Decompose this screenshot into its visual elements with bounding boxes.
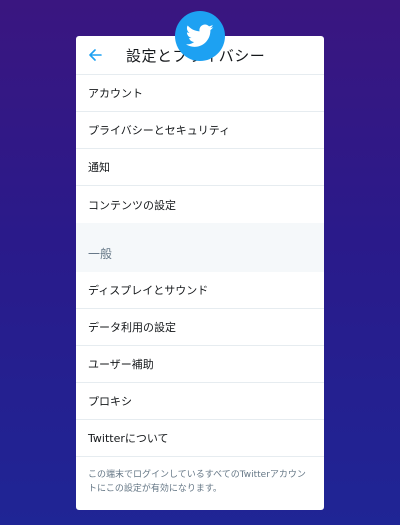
settings-item-accessibility[interactable]: ユーザー補助 (76, 346, 324, 383)
settings-item-display-sound[interactable]: ディスプレイとサウンド (76, 272, 324, 309)
back-button[interactable] (88, 48, 102, 62)
settings-item-privacy-security[interactable]: プライバシーとセキュリティ (76, 112, 324, 149)
section-divider (76, 223, 324, 235)
settings-item-content-preferences[interactable]: コンテンツの設定 (76, 186, 324, 223)
twitter-app-icon (175, 11, 225, 61)
settings-item-proxy[interactable]: プロキシ (76, 383, 324, 420)
section-header-general: 一般 (76, 235, 324, 272)
settings-item-about-twitter[interactable]: Twitterについて (76, 420, 324, 457)
settings-footer-note: この端末でログインしているすべてのTwitterアカウントにこの設定が有効になり… (88, 470, 306, 494)
arrow-left-icon (88, 49, 102, 61)
settings-item-account[interactable]: アカウント (76, 75, 324, 112)
settings-panel: 設定とプライバシー アカウント プライバシーとセキュリティ 通知 コンテンツの設… (76, 36, 324, 510)
twitter-bird-icon (186, 24, 214, 47)
settings-item-data-usage[interactable]: データ利用の設定 (76, 309, 324, 346)
settings-item-notifications[interactable]: 通知 (76, 149, 324, 186)
